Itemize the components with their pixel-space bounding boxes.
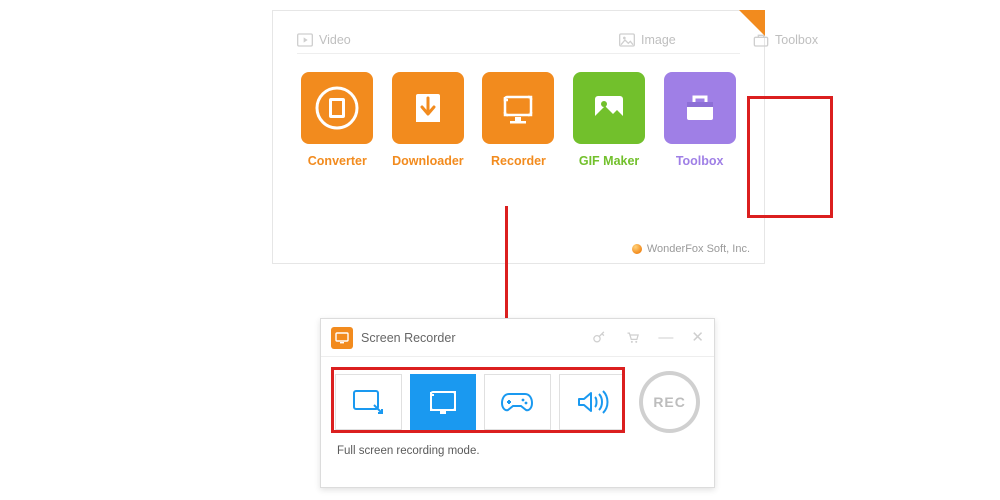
main-window: Video Image Toolbox Converter Downloader — [272, 10, 765, 264]
tile-label: Toolbox — [676, 154, 724, 168]
cart-icon[interactable] — [625, 330, 640, 345]
recorder-icon — [482, 72, 554, 144]
close-button[interactable]: ✕ — [691, 330, 704, 345]
recorder-body: REC — [321, 357, 714, 439]
tile-label: GIF Maker — [579, 154, 639, 168]
brand-logo-icon — [632, 244, 642, 254]
gifmaker-icon — [573, 72, 645, 144]
tile-gifmaker[interactable]: GIF Maker — [569, 72, 650, 168]
minimize-button[interactable]: — — [658, 330, 673, 345]
tile-converter[interactable]: Converter — [297, 72, 378, 168]
mode-game-button[interactable] — [484, 374, 551, 430]
tile-label: Converter — [308, 154, 367, 168]
category-video-label: Video — [319, 33, 351, 47]
tile-label: Downloader — [392, 154, 464, 168]
corner-fold-decoration — [739, 10, 765, 36]
image-icon — [619, 33, 635, 47]
category-row: Video Image Toolbox — [273, 11, 764, 47]
brand-text: WonderFox Soft, Inc. — [647, 243, 750, 255]
record-button[interactable]: REC — [639, 371, 700, 433]
recorder-titlebar: Screen Recorder — ✕ — [321, 319, 714, 357]
recorder-window: Screen Recorder — ✕ REC Full screen reco… — [320, 318, 715, 488]
mode-audio-button[interactable] — [559, 374, 626, 430]
record-button-label: REC — [653, 394, 686, 410]
toolbox-tile-icon — [664, 72, 736, 144]
recorder-app-icon — [331, 327, 353, 349]
category-image[interactable]: Image — [619, 33, 711, 47]
tile-toolbox[interactable]: Toolbox — [659, 72, 740, 168]
converter-icon — [301, 72, 373, 144]
video-icon — [297, 33, 313, 47]
recorder-title: Screen Recorder — [361, 331, 592, 345]
key-icon[interactable] — [592, 330, 607, 345]
footer-brand: WonderFox Soft, Inc. — [632, 243, 750, 255]
mode-fullscreen-button[interactable] — [410, 374, 477, 430]
tile-downloader[interactable]: Downloader — [388, 72, 469, 168]
tiles-row: Converter Downloader Recorder GIF Maker … — [273, 54, 764, 168]
recorder-status: Full screen recording mode. — [321, 439, 714, 457]
tile-recorder[interactable]: Recorder — [478, 72, 559, 168]
tile-label: Recorder — [491, 154, 546, 168]
category-video[interactable]: Video — [297, 33, 577, 47]
category-toolbox-label: Toolbox — [775, 33, 818, 47]
mode-region-button[interactable] — [335, 374, 402, 430]
category-image-label: Image — [641, 33, 676, 47]
downloader-icon — [392, 72, 464, 144]
